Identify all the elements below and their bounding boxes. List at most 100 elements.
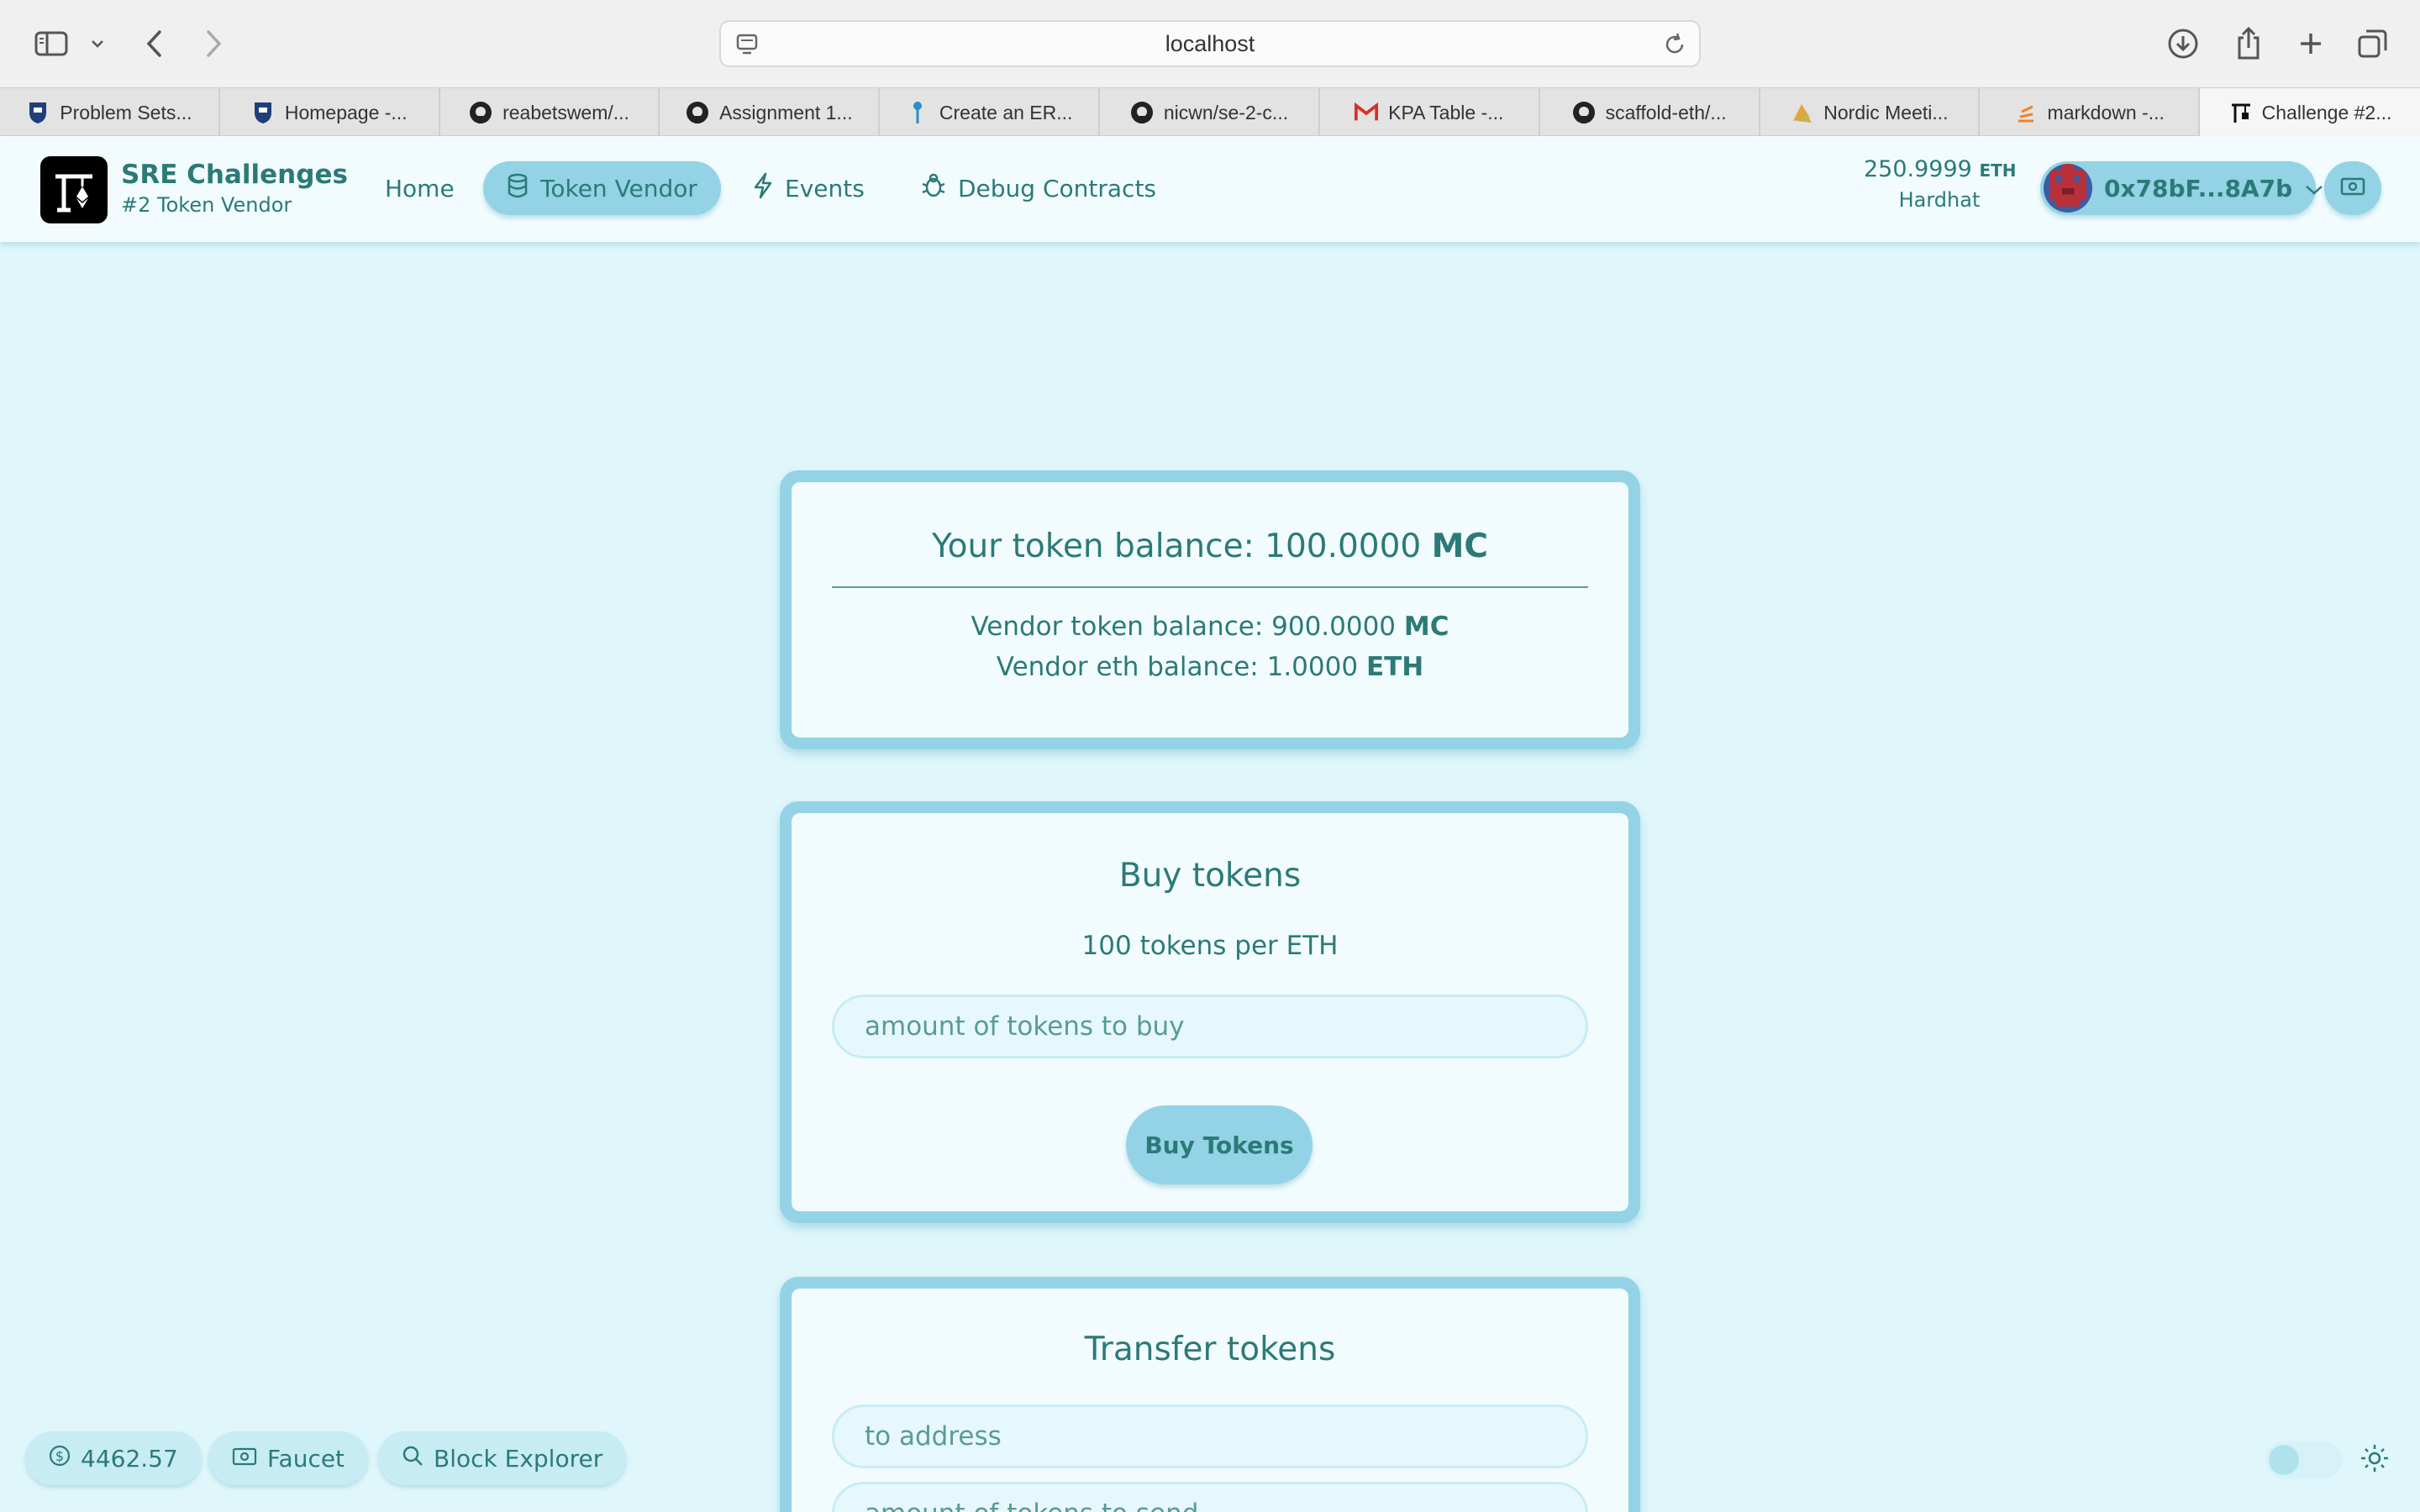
network-name: Hardhat [1898, 188, 1981, 212]
address-bar[interactable]: localhost [719, 20, 1701, 67]
avatar [2044, 164, 2092, 213]
transfer-tokens-title: Transfer tokens [1084, 1331, 1336, 1368]
divider [832, 586, 1588, 588]
tab-strip: Problem Sets... Homepage -... reabetswem… [0, 87, 2420, 137]
browser-tab[interactable]: markdown -... [1980, 88, 2201, 137]
browser-tab[interactable]: KPA Table -... [1320, 88, 1540, 137]
buy-amount-input[interactable] [832, 995, 1588, 1058]
app-header: SRE Challenges #2 Token Vendor Home Toke… [0, 136, 2420, 242]
vendor-token-unit: MC [1403, 612, 1449, 642]
bird-icon [1790, 101, 1813, 124]
eth-balance: 250.9999 ETH [1864, 156, 2017, 182]
share-icon[interactable] [2232, 20, 2265, 67]
theme-toggle[interactable] [2265, 1441, 2343, 1478]
vendor-token-balance: Vendor token balance: 900.0000 MC [792, 612, 1628, 642]
buy-tokens-button[interactable]: Buy Tokens [1126, 1105, 1313, 1184]
balances-card-body: Your token balance: 100.0000 MC Vendor t… [792, 482, 1628, 738]
balances-card: Your token balance: 100.0000 MC Vendor t… [780, 470, 1640, 749]
reload-icon[interactable] [1662, 32, 1687, 63]
brand-title: SRE Challenges [121, 160, 348, 190]
tab-overview-icon[interactable] [2356, 20, 2390, 67]
block-explorer-button[interactable]: Block Explorer [378, 1431, 627, 1485]
nav-label: Home [385, 174, 455, 202]
nav-events[interactable]: Events [729, 161, 888, 215]
vendor-eth-unit: ETH [1365, 652, 1424, 682]
bug-icon [921, 172, 946, 205]
eth-balance-unit: ETH [1979, 160, 2017, 181]
browser-tab[interactable]: Assignment 1... [660, 88, 881, 137]
transfer-tokens-card-body: Transfer tokens [792, 1289, 1628, 1512]
qr-code-button[interactable] [2324, 161, 2381, 215]
faucet-button[interactable]: Faucet [208, 1431, 369, 1485]
search-icon [402, 1445, 424, 1473]
brand-subtitle: #2 Token Vendor [121, 193, 292, 217]
github-icon [1572, 101, 1596, 124]
nav-label: Debug Contracts [958, 174, 1157, 202]
gmail-icon [1355, 101, 1379, 124]
github-icon [686, 101, 709, 124]
token-balance-title: Your token balance: 100.0000 MC [792, 528, 1628, 565]
browser-tab[interactable]: Problem Sets... [0, 88, 220, 137]
sidebar-toggle-icon[interactable] [30, 20, 72, 67]
tab-label: scaffold-eth/... [1605, 101, 1727, 123]
tab-label: Problem Sets... [60, 101, 192, 123]
chevron-down-icon[interactable] [87, 20, 108, 67]
nav-debug-contracts[interactable]: Debug Contracts [897, 161, 1180, 215]
new-tab-icon[interactable] [2294, 20, 2328, 67]
crane-icon [2228, 101, 2252, 124]
site-settings-icon[interactable] [734, 32, 760, 63]
browser-tab[interactable]: Homepage -... [220, 88, 440, 137]
crane-logo-icon[interactable] [40, 156, 108, 223]
vendor-eth-balance: Vendor eth balance: 1.0000 ETH [792, 652, 1628, 682]
faucet-label: Faucet [267, 1444, 345, 1473]
nav-label: Token Vendor [540, 174, 697, 202]
eth-price-badge[interactable]: $ 4462.57 [25, 1431, 202, 1485]
university-crest-icon [251, 101, 275, 124]
token-rate: 100 tokens per ETH [1081, 931, 1339, 961]
chevron-down-icon [2304, 175, 2324, 202]
nav-home[interactable]: Home [361, 161, 478, 215]
toggle-knob [2269, 1445, 2299, 1475]
tab-label: Challenge #2... [2261, 101, 2392, 123]
forward-icon[interactable] [198, 20, 229, 67]
pin-icon [906, 101, 929, 124]
vendor-token-balance-text: Vendor token balance: 900.0000 [971, 612, 1397, 642]
stack-icon [2014, 101, 2038, 124]
bolt-icon [753, 172, 773, 205]
send-amount-input[interactable] [832, 1482, 1588, 1512]
university-crest-icon [26, 101, 50, 124]
account-button[interactable]: 0x78bF...8A7b [2040, 161, 2323, 215]
browser-toolbar: localhost [0, 0, 2420, 87]
browser-tab[interactable]: scaffold-eth/... [1540, 88, 1760, 137]
tab-label: Nordic Meeti... [1823, 101, 1949, 123]
buy-tokens-title: Buy tokens [1118, 857, 1302, 895]
browser-tab[interactable]: Create an ER... [880, 88, 1101, 137]
token-unit: MC [1431, 528, 1489, 565]
github-icon [469, 101, 492, 124]
browser-tab[interactable]: reabetswem/... [440, 88, 660, 137]
token-balance-text: Your token balance: 100.0000 [931, 528, 1422, 565]
browser-tab[interactable]: nicwn/se-2-c... [1100, 88, 1320, 137]
tab-label: nicwn/se-2-c... [1163, 101, 1289, 123]
banknote-icon [232, 1445, 257, 1473]
github-icon [1130, 101, 1154, 124]
buy-tokens-card-body: Buy tokens 100 tokens per ETH Buy Tokens [792, 813, 1628, 1211]
to-address-input[interactable] [832, 1404, 1588, 1468]
database-icon [507, 173, 529, 204]
browser-tab-active[interactable]: Challenge #2... [2200, 88, 2420, 137]
nav-label: Events [785, 174, 865, 202]
account-address: 0x78bF...8A7b [2104, 174, 2293, 202]
svg-text:$: $ [55, 1448, 64, 1464]
browser-tab[interactable]: Nordic Meeti... [1760, 88, 1981, 137]
tab-label: KPA Table -... [1388, 101, 1504, 123]
tab-label: Assignment 1... [719, 101, 853, 123]
vendor-eth-balance-text: Vendor eth balance: 1.0000 [996, 652, 1359, 682]
transfer-tokens-card: Transfer tokens [780, 1277, 1640, 1512]
nav-token-vendor[interactable]: Token Vendor [483, 161, 721, 215]
tab-label: Create an ER... [939, 101, 1073, 123]
tab-label: reabetswem/... [502, 101, 629, 123]
downloads-icon[interactable] [2166, 20, 2200, 67]
eth-balance-value: 250.9999 [1864, 156, 1972, 182]
back-icon[interactable] [139, 20, 170, 67]
qr-code-icon [2340, 176, 2365, 200]
